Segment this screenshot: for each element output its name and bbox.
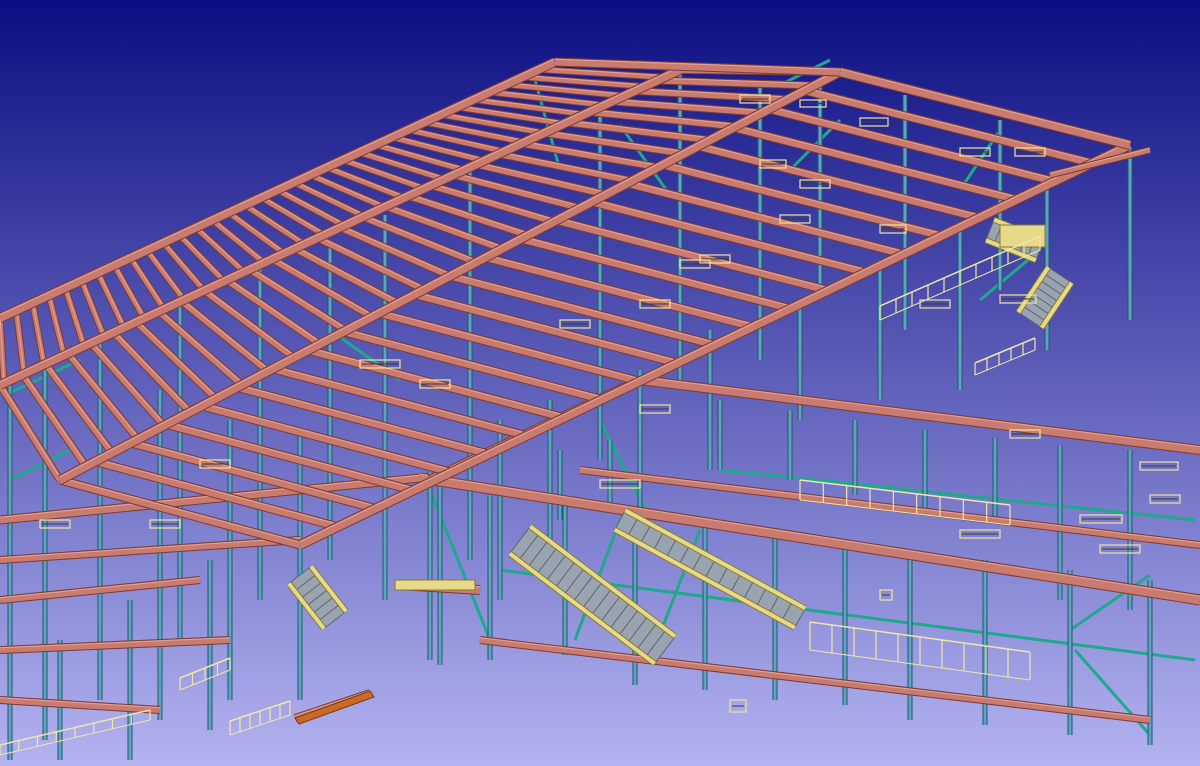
steel-frame-3d-view[interactable]: [0, 0, 1200, 766]
stair-landing: [394, 579, 476, 591]
model-viewport[interactable]: [0, 0, 1200, 766]
